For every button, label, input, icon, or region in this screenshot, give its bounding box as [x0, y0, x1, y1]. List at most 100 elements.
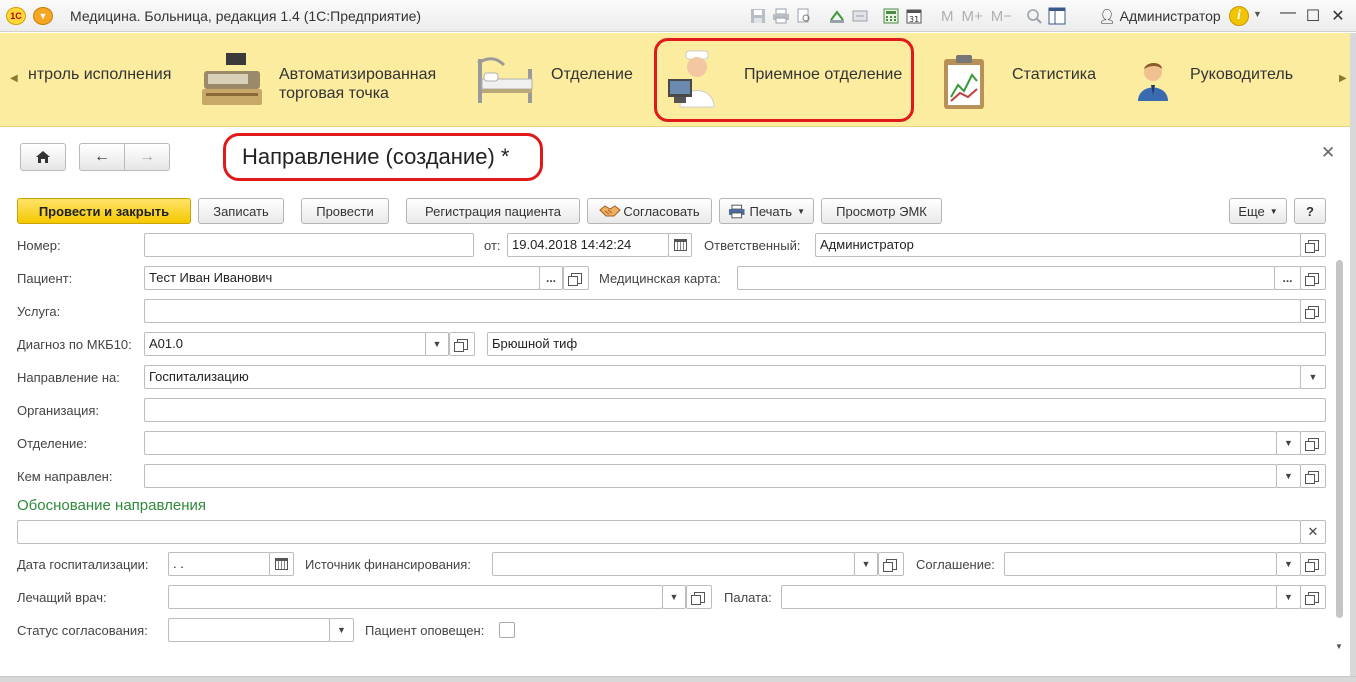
agreement-field[interactable] — [1004, 552, 1277, 576]
print-icon[interactable] — [771, 7, 791, 25]
admission-highlight — [654, 38, 914, 122]
info-icon[interactable]: i — [1229, 6, 1249, 26]
help-button[interactable]: ? — [1294, 198, 1326, 224]
main-menu-button[interactable]: ▼ — [33, 7, 53, 25]
agreement-open-button[interactable] — [1300, 552, 1326, 576]
save-button[interactable]: Записать — [198, 198, 284, 224]
system-toolbar: 31 M M+ M− — [748, 5, 1070, 27]
link-icon[interactable] — [827, 7, 847, 25]
patient-field[interactable]: Тест Иван Иванович — [144, 266, 540, 290]
referred-by-dropdown-button[interactable]: ▼ — [1276, 464, 1301, 488]
approval-status-field[interactable] — [168, 618, 330, 642]
funding-source-dropdown-button[interactable]: ▼ — [854, 552, 878, 576]
referred-by-label: Кем направлен: — [17, 469, 113, 484]
approval-status-dropdown-button[interactable]: ▼ — [329, 618, 354, 642]
back-button[interactable]: ← — [79, 143, 125, 171]
scrollbar-thumb[interactable] — [1336, 260, 1343, 618]
memory-plus-button[interactable]: M+ — [962, 8, 983, 25]
current-user[interactable]: 👤︎ Администратор — [1098, 8, 1221, 25]
medical-card-open-button[interactable] — [1300, 266, 1326, 290]
department-dropdown-button[interactable]: ▼ — [1276, 431, 1301, 455]
memory-minus-button[interactable]: M− — [991, 8, 1012, 25]
date-field[interactable]: 19.04.2018 14:42:24 — [507, 233, 669, 257]
scroll-down-icon[interactable]: ▼ — [1335, 642, 1343, 651]
memory-m-button[interactable]: M — [941, 8, 954, 25]
more-button[interactable]: Еще ▼ — [1229, 198, 1287, 224]
funding-source-field[interactable] — [492, 552, 855, 576]
save-icon[interactable] — [748, 7, 768, 25]
1c-logo-icon[interactable]: 1С — [6, 7, 26, 25]
hosp-date-field[interactable]: . . — [168, 552, 270, 576]
agreement-label: Соглашение: — [916, 557, 995, 572]
post-button[interactable]: Провести — [301, 198, 389, 224]
diagnosis-open-button[interactable] — [449, 332, 475, 356]
chevron-down-icon: ▼ — [432, 339, 442, 349]
ward-dropdown-button[interactable]: ▼ — [1276, 585, 1301, 609]
doctor-dropdown-button[interactable]: ▼ — [662, 585, 686, 609]
referred-by-open-button[interactable] — [1300, 464, 1326, 488]
minimize-button[interactable]: ― — [1278, 4, 1298, 22]
info-dropdown-icon[interactable]: ▼ — [1253, 9, 1262, 19]
department-open-button[interactable] — [1300, 431, 1326, 455]
section-department[interactable]: Отделение — [470, 33, 640, 127]
view-emk-button[interactable]: Просмотр ЭМК — [821, 198, 942, 224]
service-open-button[interactable] — [1300, 299, 1326, 323]
direction-to-dropdown-button[interactable]: ▼ — [1300, 365, 1326, 389]
medical-card-select-button[interactable]: ... — [1274, 266, 1301, 290]
responsible-field[interactable]: Администратор — [815, 233, 1301, 257]
justification-field[interactable] — [17, 520, 1301, 544]
sections-scroll-right-icon[interactable]: ▶ — [1339, 73, 1347, 84]
hosp-date-picker-button[interactable] — [269, 552, 294, 576]
hospital-bed-icon — [477, 57, 533, 103]
date-label: от: — [484, 238, 501, 253]
department-field[interactable] — [144, 431, 1277, 455]
doctor-field[interactable] — [168, 585, 663, 609]
zoom-icon[interactable] — [1024, 7, 1044, 25]
section-control[interactable]: нтроль исполнения — [28, 33, 198, 127]
date-picker-button[interactable] — [668, 233, 692, 257]
preview-icon[interactable] — [794, 7, 814, 25]
diagnosis-dropdown-button[interactable]: ▼ — [425, 332, 449, 356]
post-and-close-button[interactable]: Провести и закрыть — [17, 198, 191, 224]
ward-field[interactable] — [781, 585, 1277, 609]
compare-icon[interactable] — [850, 7, 870, 25]
forward-button[interactable]: → — [124, 143, 170, 171]
section-department-label: Отделение — [551, 66, 633, 83]
medical-card-field[interactable] — [737, 266, 1275, 290]
print-label: Печать — [749, 203, 793, 219]
calculator-icon[interactable] — [881, 7, 901, 25]
service-field[interactable] — [144, 299, 1301, 323]
responsible-open-button[interactable] — [1300, 233, 1326, 257]
patient-select-button[interactable]: ... — [539, 266, 563, 290]
home-button[interactable] — [20, 143, 66, 171]
section-pos[interactable]: Автоматизированная торговая точка — [198, 33, 458, 127]
close-form-icon[interactable]: ✕ — [1321, 143, 1335, 163]
title-bar: 1С ▼ Медицина. Больница, редакция 1.4 (1… — [0, 0, 1356, 32]
section-manager[interactable]: Руководитель — [1134, 33, 1314, 127]
direction-to-field[interactable]: Госпитализацию — [144, 365, 1301, 389]
organization-label: Организация: — [17, 403, 100, 418]
vertical-scrollbar[interactable]: ▼ — [1334, 260, 1344, 651]
doctor-open-button[interactable] — [686, 585, 712, 609]
register-patient-button[interactable]: Регистрация пациента — [406, 198, 580, 224]
ward-open-button[interactable] — [1300, 585, 1326, 609]
patient-notified-checkbox[interactable] — [499, 622, 515, 638]
close-window-button[interactable]: ✕ — [1328, 6, 1348, 26]
window-right-border — [1350, 33, 1356, 682]
maximize-button[interactable]: ☐ — [1303, 6, 1323, 26]
approve-button[interactable]: Согласовать — [587, 198, 712, 224]
agreement-dropdown-button[interactable]: ▼ — [1276, 552, 1301, 576]
organization-field[interactable] — [144, 398, 1326, 422]
print-button[interactable]: Печать ▼ — [719, 198, 814, 224]
diagnosis-name-field[interactable]: Брюшной тиф — [487, 332, 1326, 356]
referred-by-field[interactable] — [144, 464, 1277, 488]
calendar-icon[interactable]: 31 — [904, 7, 924, 25]
sections-scroll-left-icon[interactable]: ◀ — [10, 73, 18, 84]
justification-clear-button[interactable]: ✕ — [1300, 520, 1326, 544]
diagnosis-code-field[interactable]: A01.0 — [144, 332, 426, 356]
funding-source-open-button[interactable] — [878, 552, 904, 576]
patient-open-button[interactable] — [563, 266, 589, 290]
panel-layout-icon[interactable] — [1047, 7, 1067, 25]
section-statistics[interactable]: Статистика — [940, 33, 1100, 127]
number-field[interactable] — [144, 233, 474, 257]
